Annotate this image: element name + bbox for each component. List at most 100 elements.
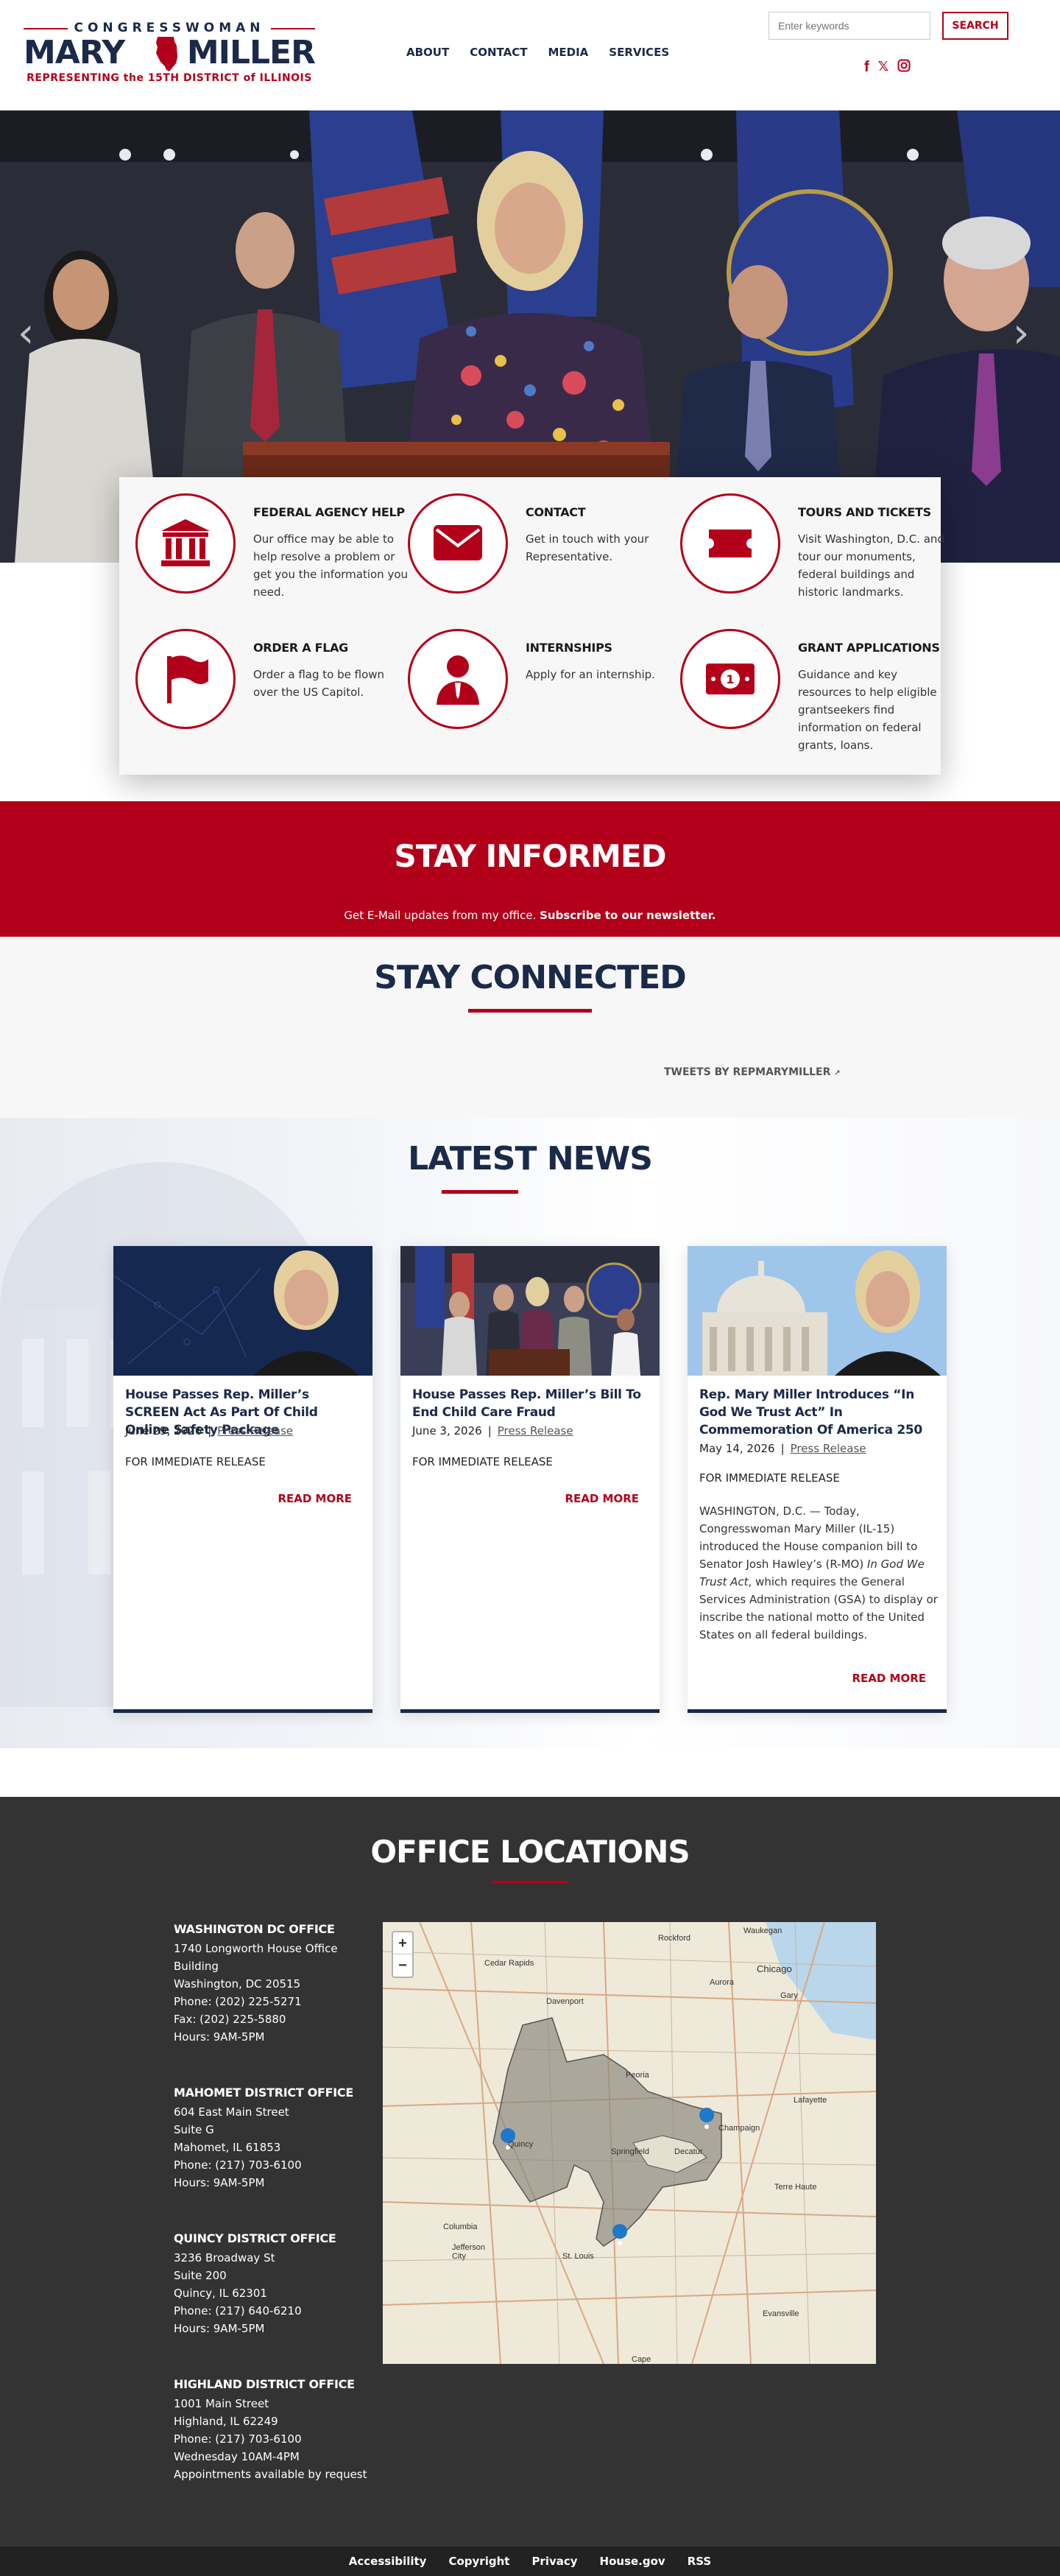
office-hours: Hours: 9AM-5PM — [174, 2322, 265, 2335]
news-card-image[interactable] — [113, 1246, 372, 1376]
office-quincy: QUINCY DISTRICT OFFICE 3236 Broadway St … — [174, 2230, 387, 2337]
service-tours-tickets[interactable]: TOURS AND TICKETS Visit Washington, D.C.… — [680, 493, 953, 611]
news-card-release: FOR IMMEDIATE RELEASE — [412, 1455, 553, 1468]
ticket-icon — [709, 529, 752, 557]
flag-icon — [167, 655, 208, 703]
service-title: INTERNSHIPS — [526, 641, 612, 655]
logo-first-name: MARY — [24, 34, 125, 71]
site-footer: Accessibility Copyright Privacy House.go… — [0, 2547, 1060, 2576]
read-more-link[interactable]: READ MORE — [852, 1672, 926, 1685]
map-city-label: Champaign — [718, 2124, 760, 2133]
news-card-meta: May 14, 2026 | Press Release — [699, 1442, 866, 1455]
footer-accessibility-link[interactable]: Accessibility — [349, 2555, 427, 2568]
service-title: CONTACT — [526, 505, 586, 519]
tweets-link[interactable]: TWEETS BY REPMARYMILLER ↗ — [664, 1066, 841, 1078]
office-name: MAHOMET DISTRICT OFFICE — [174, 2086, 353, 2100]
office-address-line: Mahomet, IL 61853 — [174, 2141, 281, 2154]
map-city-label: Rockford — [658, 1934, 691, 1943]
news-card-title[interactable]: House Passes Rep. Miller’s Bill To End C… — [412, 1386, 648, 1421]
map-city-label: Columbia — [443, 2223, 478, 2231]
news-card-image[interactable] — [688, 1246, 947, 1376]
x-icon[interactable]: 𝕏 — [878, 60, 889, 74]
service-description: Guidance and key resources to help eligi… — [798, 668, 937, 752]
nav-contact[interactable]: CONTACT — [470, 46, 527, 59]
service-federal-agency-help[interactable]: FEDERAL AGENCY HELP Our office may be ab… — [135, 493, 408, 611]
search-input[interactable] — [768, 12, 930, 40]
office-name: QUINCY DISTRICT OFFICE — [174, 2231, 336, 2245]
service-description: Visit Washington, D.C. and tour our monu… — [798, 532, 944, 599]
news-card-category[interactable]: Press Release — [791, 1442, 866, 1455]
service-circle: 1 — [680, 629, 780, 729]
service-description: Order a flag to be flown over the US Cap… — [253, 668, 385, 699]
service-title: TOURS AND TICKETS — [798, 505, 931, 519]
map-city-label: Aurora — [710, 1978, 735, 1987]
service-internships[interactable]: INTERNSHIPS Apply for an internship. — [408, 629, 680, 747]
office-address-line: Suite 200 — [174, 2269, 227, 2282]
news-card-category[interactable]: Press Release — [498, 1424, 573, 1437]
map-city-label: Evansville — [763, 2309, 799, 2318]
office-name: HIGHLAND DISTRICT OFFICE — [174, 2377, 355, 2391]
service-title: ORDER A FLAG — [253, 641, 349, 655]
logo-tagline: REPRESENTING the 15TH DISTRICT of ILLINO… — [26, 72, 312, 84]
office-phone: Phone: (217) 640-6210 — [174, 2304, 302, 2318]
service-order-flag[interactable]: ORDER A FLAG Order a flag to be flown ov… — [135, 629, 408, 747]
map-city-label: Lafayette — [794, 2096, 827, 2105]
service-contact[interactable]: CONTACT Get in touch with your Represent… — [408, 493, 680, 611]
footer-rss-link[interactable]: RSS — [688, 2555, 711, 2568]
hero-prev-button[interactable]: ‹ — [18, 309, 47, 357]
capitol-building-icon — [161, 519, 210, 566]
facebook-icon[interactable]: f — [864, 60, 869, 74]
office-fax: Fax: (202) 225-5880 — [174, 2013, 286, 2026]
newsletter-link[interactable]: Subscribe to our newsletter. — [540, 909, 716, 922]
footer-house-gov-link[interactable]: House.gov — [600, 2555, 665, 2568]
office-name: WASHINGTON DC OFFICE — [174, 1922, 335, 1936]
office-map[interactable]: + − Waukegan Rockford Chicago Cedar Rapi… — [383, 1922, 876, 2364]
news-card-body: WASHINGTON, D.C. — Today, Congresswoman … — [699, 1502, 938, 1644]
footer-copyright-link[interactable]: Copyright — [448, 2555, 509, 2568]
service-description: Apply for an internship. — [526, 668, 655, 681]
office-phone: Phone: (217) 703-6100 — [174, 2432, 302, 2446]
news-card-category[interactable]: Press Release — [217, 1424, 293, 1437]
service-description: Our office may be able to help resolve a… — [253, 532, 409, 599]
title-underline — [492, 1881, 568, 1884]
office-mahomet: MAHOMET DISTRICT OFFICE 604 East Main St… — [174, 2084, 387, 2192]
map-city-label: Cedar Rapids — [484, 1959, 534, 1968]
zoom-out-button[interactable]: − — [393, 1954, 412, 1977]
map-city-label: Gary — [780, 1991, 798, 2000]
page: CONGRESSWOMAN MARY MILLER REPRESENTING t… — [0, 0, 1060, 2576]
map-city-label: Cape — [632, 2355, 651, 2364]
office-address-line: Building — [174, 1960, 219, 1973]
office-phone: Phone: (202) 225-5271 — [174, 1995, 302, 2008]
news-card-meta: June 29, 2026 | Press Release — [125, 1424, 294, 1437]
map-city-label: Springfield — [611, 2147, 649, 2156]
news-card-title[interactable]: Rep. Mary Miller Introduces “In God We T… — [699, 1386, 935, 1439]
stay-connected-title: STAY CONNECTED — [374, 959, 687, 996]
nav-services[interactable]: SERVICES — [609, 46, 669, 59]
news-card[interactable]: House Passes Rep. Miller’s Bill To End C… — [400, 1246, 660, 1713]
nav-about[interactable]: ABOUT — [406, 46, 449, 59]
news-card-image[interactable] — [400, 1246, 660, 1376]
news-card[interactable]: House Passes Rep. Miller’s SCREEN Act As… — [113, 1246, 372, 1713]
site-logo[interactable]: CONGRESSWOMAN MARY MILLER REPRESENTING t… — [24, 21, 316, 88]
envelope-icon — [434, 525, 482, 560]
zoom-in-button[interactable]: + — [393, 1932, 412, 1954]
read-more-link[interactable]: READ MORE — [278, 1492, 352, 1505]
read-more-link[interactable]: READ MORE — [565, 1492, 639, 1505]
service-circle — [680, 493, 780, 594]
service-title: FEDERAL AGENCY HELP — [253, 505, 405, 519]
main-nav: ABOUT CONTACT MEDIA SERVICES — [406, 46, 690, 59]
office-address-line: 1001 Main Street — [174, 2397, 269, 2410]
news-card[interactable]: Rep. Mary Miller Introduces “In God We T… — [688, 1246, 947, 1713]
news-card-date: May 14, 2026 — [699, 1442, 775, 1455]
search-button[interactable]: SEARCH — [942, 12, 1008, 40]
instagram-icon[interactable] — [897, 59, 911, 75]
service-grant-applications[interactable]: 1 GRANT APPLICATIONS Guidance and key re… — [680, 629, 953, 752]
hero-next-button[interactable]: › — [1013, 309, 1042, 357]
nav-media[interactable]: MEDIA — [548, 46, 588, 59]
office-address-line: 1740 Longworth House Office — [174, 1942, 338, 1955]
money-icon: 1 — [706, 664, 755, 694]
title-underline — [468, 1009, 592, 1013]
footer-privacy-link[interactable]: Privacy — [531, 2555, 577, 2568]
map-city-label: Jefferson City — [452, 2243, 486, 2261]
office-address-line: Quincy, IL 62301 — [174, 2287, 267, 2300]
